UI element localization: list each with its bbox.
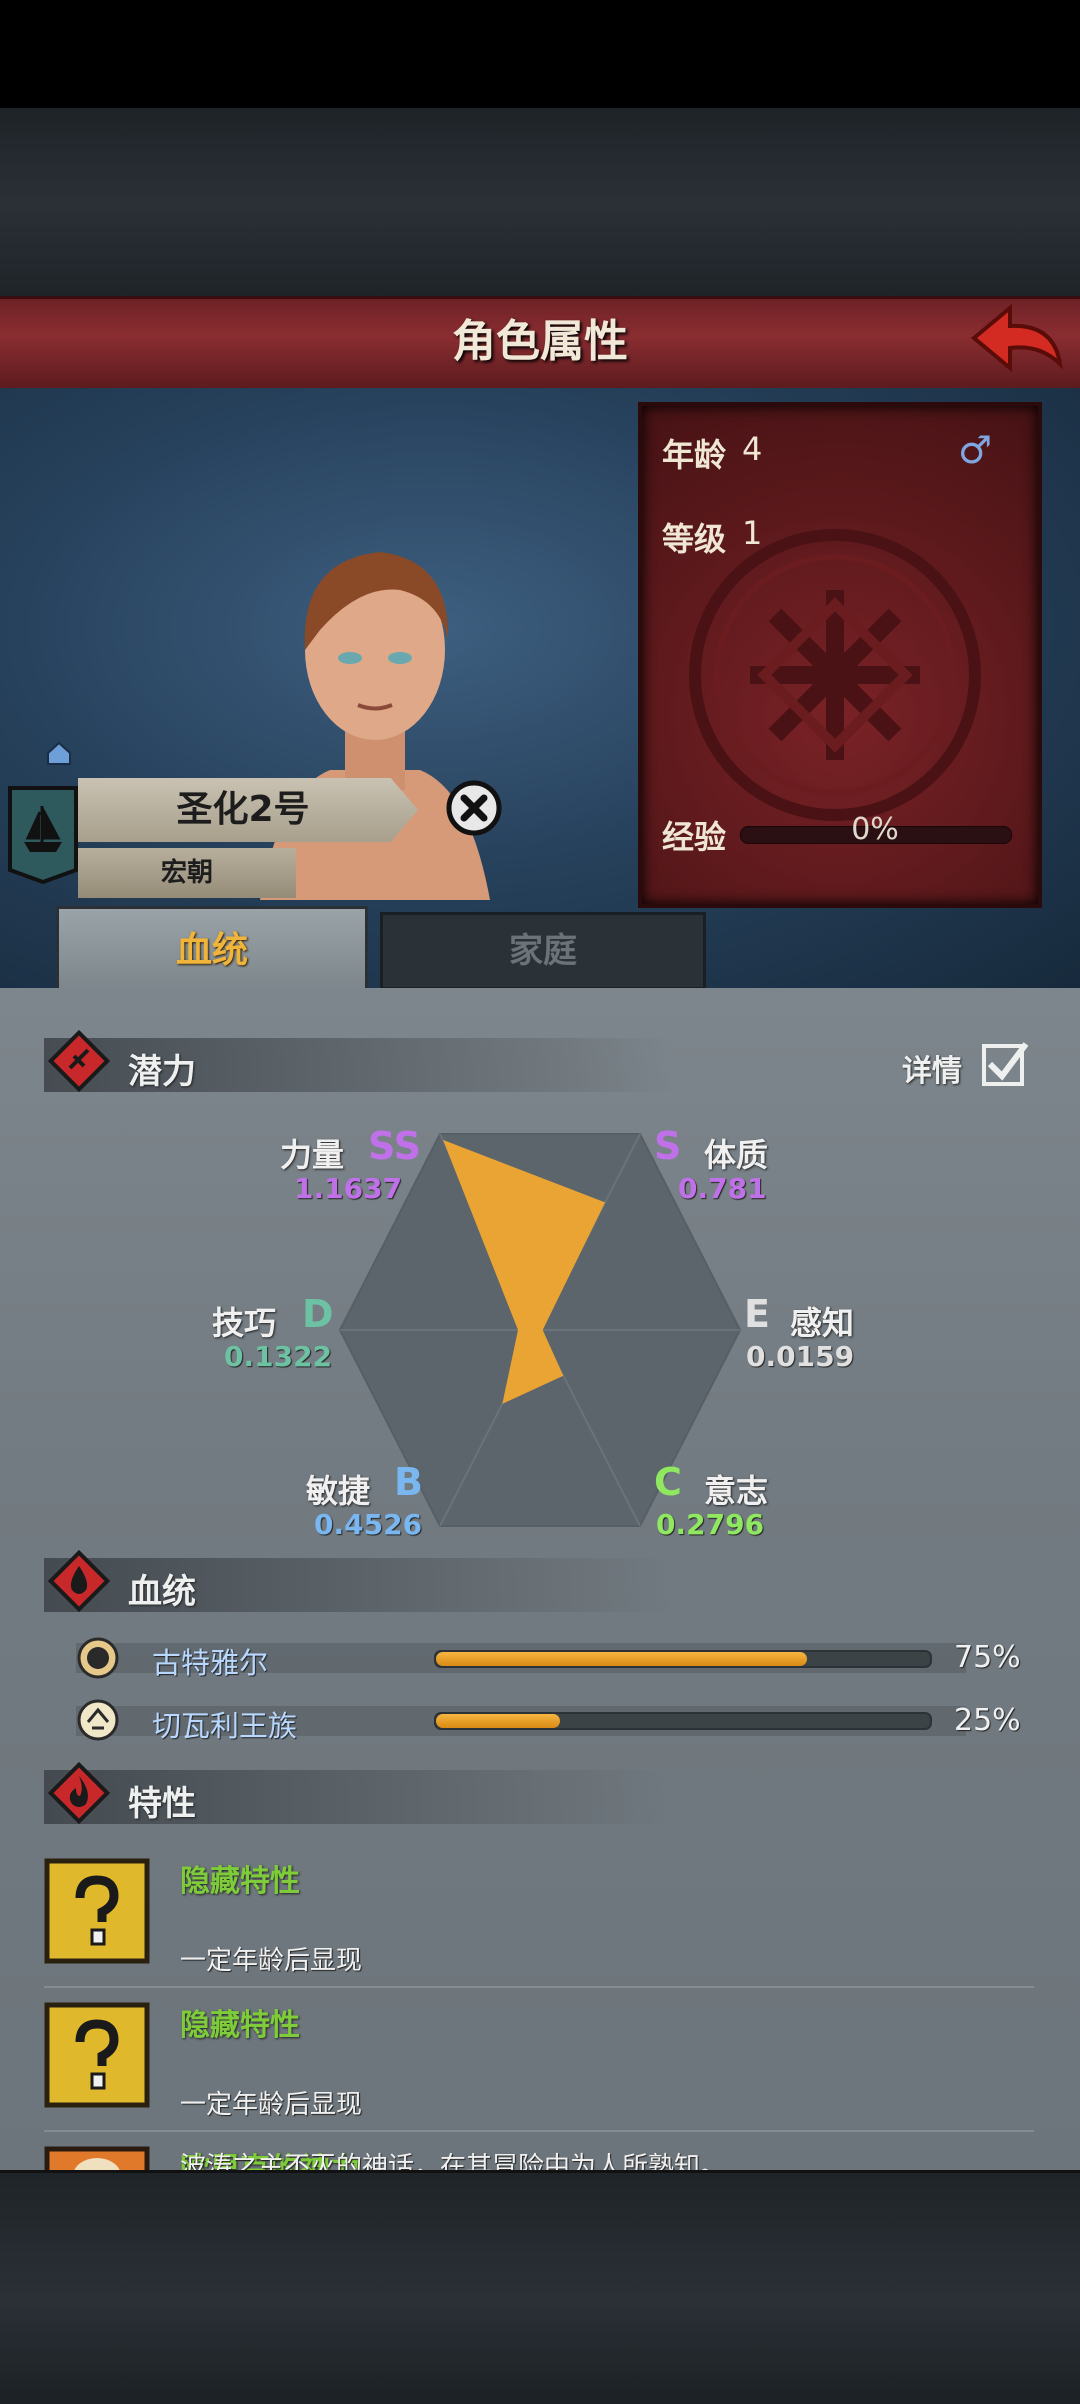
details-checkbox[interactable] — [980, 1038, 1030, 1088]
stat-perception-name: 感知 — [790, 1304, 855, 1342]
stat-agility-grade: B — [394, 1460, 423, 1504]
level-value: 1 — [742, 514, 763, 552]
potential-title: 潜力 — [128, 1052, 196, 1092]
bloodline-name: 古特雅尔 — [152, 1646, 269, 1680]
trait-divider — [44, 2130, 1034, 2132]
flame-icon — [48, 1762, 110, 1824]
stat-agility-value: 0.4526 — [314, 1508, 423, 1541]
status-bar-area — [0, 0, 1080, 108]
stat-will-value: 0.2796 — [656, 1508, 765, 1541]
stat-skill-value: 0.1322 — [224, 1340, 333, 1373]
stat-perception-grade: E — [744, 1292, 770, 1336]
page-title: 角色属性 — [452, 316, 628, 367]
top-frame — [0, 108, 1080, 296]
bloodline-crest-icon — [77, 1637, 119, 1679]
male-gender-icon: ♂ — [958, 428, 993, 472]
blood-drop-icon — [48, 1550, 110, 1612]
bottom-frame — [0, 2170, 1080, 2404]
back-arrow-icon[interactable] — [966, 298, 1066, 384]
trait-description: 一定年龄后显现 — [180, 1946, 363, 1976]
trait-title: 隐藏特性 — [180, 2008, 300, 2043]
stat-agility-name: 敏捷 — [306, 1472, 371, 1510]
bloodline-bar — [434, 1712, 932, 1730]
stat-strength-value: 1.1637 — [294, 1172, 403, 1205]
trait-divider — [44, 1986, 1034, 1988]
sun-face-icon[interactable] — [44, 2146, 150, 2170]
bloodline-bar-fill — [436, 1652, 807, 1666]
question-mark-icon[interactable] — [44, 2002, 150, 2108]
age-label: 年龄 — [662, 436, 727, 474]
stat-skill-grade: D — [302, 1292, 334, 1336]
tab-bloodline-label: 血统 — [175, 930, 248, 971]
traits-title: 特性 — [128, 1784, 196, 1824]
bloodline-percent: 75% — [954, 1640, 1021, 1675]
bloodline-title: 血统 — [128, 1572, 196, 1612]
celtic-knot-emblem — [689, 529, 981, 821]
tab-family-label: 家庭 — [509, 931, 577, 971]
question-mark-icon[interactable] — [44, 1858, 150, 1964]
stat-strength-name: 力量 — [280, 1136, 345, 1174]
tab-family[interactable]: 家庭 — [380, 912, 706, 990]
bloodline-crest-icon — [77, 1699, 119, 1741]
stat-constitution-name: 体质 — [704, 1136, 769, 1174]
close-icon[interactable] — [446, 780, 502, 836]
dynasty-ship-emblem — [8, 786, 78, 884]
house-icon — [47, 741, 71, 765]
stat-skill-name: 技巧 — [212, 1304, 277, 1342]
character-name[interactable]: 圣化2号 — [78, 778, 408, 842]
bloodline-percent: 25% — [954, 1703, 1021, 1738]
bloodline-bar-fill — [436, 1714, 560, 1728]
bloodline-bar — [434, 1650, 932, 1668]
stat-will-grade: C — [654, 1460, 682, 1504]
stat-strength-grade: SS — [368, 1124, 422, 1168]
stat-perception-value: 0.0159 — [746, 1340, 855, 1373]
potential-icon — [48, 1030, 110, 1092]
details-label: 详情 — [902, 1054, 962, 1089]
stat-will-name: 意志 — [704, 1472, 769, 1510]
level-label: 等级 — [662, 520, 727, 558]
dynasty-name: 宏朝 — [160, 858, 213, 888]
exp-value: 0% — [851, 812, 899, 847]
age-value: 4 — [742, 430, 763, 468]
stat-constitution-value: 0.781 — [678, 1172, 767, 1205]
exp-label: 经验 — [662, 818, 727, 856]
trait-title: 隐藏特性 — [180, 1864, 300, 1899]
bloodline-name: 切瓦利王族 — [152, 1709, 298, 1743]
stat-constitution-grade: S — [654, 1124, 682, 1168]
tab-bloodline[interactable]: 血统 — [56, 906, 368, 993]
character-portrait — [260, 552, 490, 900]
trait-description: 一定年龄后显现 — [180, 2090, 363, 2120]
